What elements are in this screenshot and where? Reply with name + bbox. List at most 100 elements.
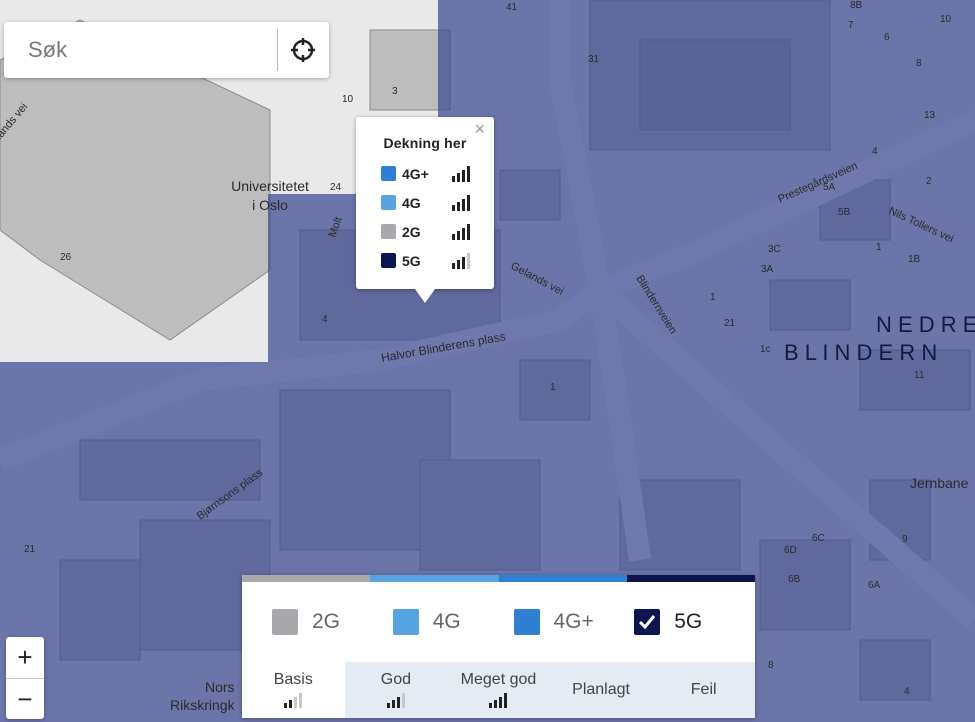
legend-label: 4G [432, 610, 461, 633]
legend-strip-segment [370, 575, 499, 582]
house-number: 3 [392, 86, 398, 97]
legend-toggle-2g[interactable]: 2G [272, 609, 393, 635]
house-number: 6 [884, 32, 890, 43]
house-number: 6B [788, 574, 801, 585]
signal-bar [386, 703, 390, 708]
house-number: 41 [506, 2, 518, 13]
signal-bar [462, 169, 465, 182]
house-number: 26 [60, 252, 72, 263]
signal-bar [452, 175, 455, 182]
house-number: 1c [760, 344, 771, 355]
house-number: 21 [724, 318, 736, 329]
legend-label: 4G+ [553, 610, 594, 633]
house-number: 4 [322, 314, 328, 325]
popup-color-swatch [381, 166, 396, 181]
close-icon[interactable]: × [474, 120, 485, 138]
signal-strength-icon [489, 692, 508, 708]
popup-color-swatch [381, 253, 396, 268]
house-number: 8B [850, 0, 863, 11]
legend-strip-segment [498, 575, 627, 582]
legend-strip-segment [626, 575, 755, 582]
house-number: 8 [768, 660, 774, 671]
house-number: 6A [868, 580, 881, 591]
map-label: i Oslo [252, 197, 288, 213]
house-number: 1 [876, 242, 882, 253]
scale-cell-feil: Feil [652, 662, 755, 718]
zoom-in-button[interactable]: + [6, 637, 44, 678]
color-swatch[interactable] [272, 609, 298, 635]
house-number: 24 [330, 182, 342, 193]
popup-row: 4G [381, 188, 494, 217]
house-number: 3A [761, 264, 774, 275]
popup-network-label: 5G [402, 252, 421, 269]
signal-strength-icon [452, 194, 470, 211]
legend-toggle-5g[interactable]: 5G [634, 609, 755, 635]
signal-bar [467, 194, 470, 211]
zoom-control: + − [6, 637, 44, 719]
signal-bar [457, 259, 460, 269]
scale-label: Basis [273, 671, 313, 688]
popup-network-label: 4G+ [402, 165, 429, 182]
popup-row: 5G [381, 246, 494, 275]
signal-bar [462, 256, 465, 269]
house-number: 4 [872, 146, 878, 157]
house-number: 5B [838, 207, 851, 218]
signal-bar [289, 700, 293, 708]
signal-bar [294, 697, 298, 708]
popup-network-label: 2G [402, 223, 421, 240]
locate-button[interactable] [278, 22, 329, 78]
legend-network-toggles: 2G 4G 4G+ 5G [242, 582, 755, 662]
house-number: 11 [914, 370, 925, 381]
popup-color-swatch [381, 195, 396, 210]
checkbox-checked-icon[interactable] [634, 609, 661, 635]
color-swatch[interactable] [392, 609, 419, 635]
scale-label: Meget god [460, 671, 537, 688]
signal-bar [504, 693, 508, 708]
house-number: 5A [823, 182, 836, 193]
signal-bar [457, 172, 460, 182]
signal-bar [452, 233, 455, 240]
signal-bar [467, 165, 470, 182]
scale-label: Planlagt [572, 681, 630, 698]
legend-strip-segment [242, 575, 371, 582]
house-number: 13 [924, 110, 936, 121]
house-number: 31 [588, 54, 600, 65]
signal-bar [462, 227, 465, 240]
coverage-legend: 2G 4G 4G+ 5G Basis God Meget god Planlagt Feil [242, 575, 755, 718]
house-number: 1 [710, 292, 716, 303]
house-number: 2 [926, 176, 932, 187]
map-label: N E D R E [876, 312, 975, 337]
signal-bar [452, 204, 455, 211]
popup-network-label: 4G [402, 194, 421, 211]
legend-toggle-4gplus[interactable]: 4G+ [513, 609, 635, 635]
map-label: Universitetet [231, 178, 309, 194]
popup-row: 4G+ [381, 159, 494, 188]
signal-strength-icon [452, 252, 470, 269]
map-label: Jernbane [910, 475, 969, 491]
popup-coverage-list: 4G+ 4G 2G 5G [356, 159, 494, 275]
scale-label: God [380, 671, 412, 688]
search-input[interactable] [14, 30, 269, 70]
signal-bar [457, 201, 460, 211]
scale-cell-god: God [344, 662, 448, 718]
legend-label: 2G [312, 610, 341, 633]
house-number: 10 [342, 94, 354, 105]
scale-label: Feil [690, 681, 717, 698]
house-number: 10 [940, 14, 952, 25]
house-number: 3C [768, 244, 781, 255]
signal-bar [462, 198, 465, 211]
zoom-out-button[interactable]: − [6, 679, 44, 720]
popup-color-swatch [381, 224, 396, 239]
color-swatch[interactable] [513, 609, 540, 635]
house-number: 6D [784, 545, 797, 556]
signal-bar [467, 223, 470, 240]
signal-bar [499, 697, 503, 708]
crosshair-icon [291, 38, 316, 62]
signal-bar [494, 700, 498, 708]
map-label: Rikskringk [170, 697, 236, 713]
signal-bar [401, 693, 405, 708]
legend-label: 5G [674, 610, 703, 633]
scale-cell-planlagt: Planlagt [549, 662, 653, 718]
signal-bar [284, 703, 288, 708]
legend-toggle-4g[interactable]: 4G [392, 609, 514, 635]
